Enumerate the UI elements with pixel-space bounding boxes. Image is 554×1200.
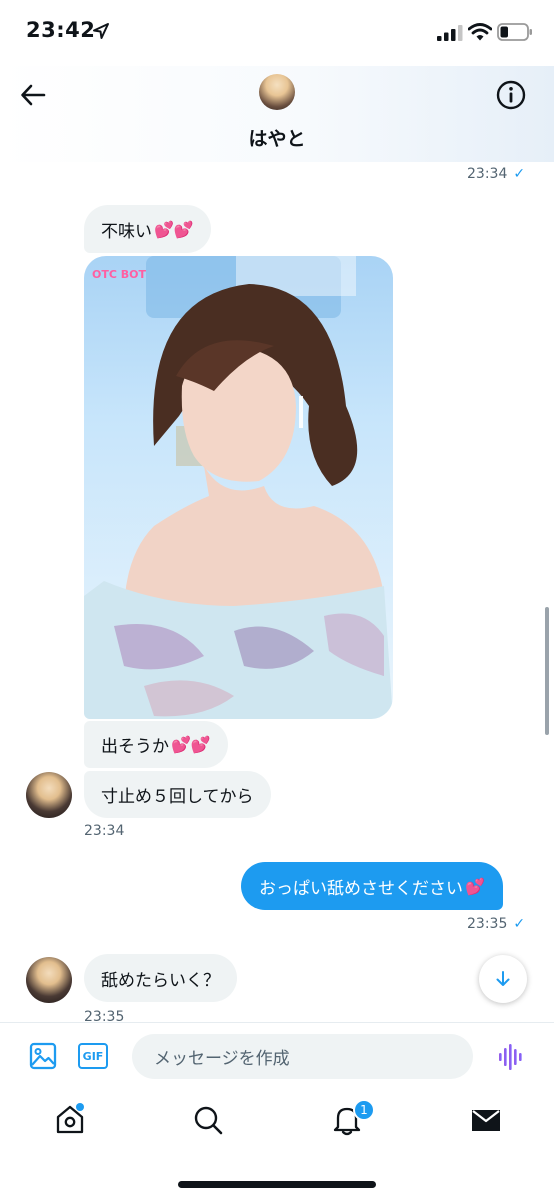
new-content-dot xyxy=(76,1103,84,1111)
notification-badge: 1 xyxy=(353,1099,375,1121)
read-check-icon: ✓ xyxy=(513,916,526,932)
status-time: 23:42 xyxy=(26,18,96,42)
gif-button[interactable]: GIF xyxy=(78,1043,108,1069)
contact-avatar[interactable] xyxy=(259,74,295,110)
search-icon[interactable] xyxy=(192,1104,224,1136)
info-icon[interactable] xyxy=(495,79,527,111)
message-timestamp: 23:35 ✓ xyxy=(467,916,525,932)
incoming-message-bubble[interactable]: 不味い 💕💕 xyxy=(84,205,211,253)
heart-emoji: 💕💕 xyxy=(154,219,194,239)
cellular-signal-icon xyxy=(437,25,463,41)
scroll-to-bottom-button[interactable] xyxy=(479,955,527,1003)
timestamp-text: 23:35 xyxy=(467,916,508,932)
watermark-text: OTC BOT xyxy=(92,268,146,281)
back-arrow-icon[interactable] xyxy=(18,80,48,110)
message-composer: GIF メッセージを作成 xyxy=(0,1022,554,1088)
timestamp-text: 23:34 xyxy=(84,823,125,839)
battery-icon xyxy=(497,23,532,41)
timestamp-text: 23:34 xyxy=(467,166,508,182)
message-text: 不味い xyxy=(101,221,152,242)
home-indicator xyxy=(178,1181,376,1188)
sender-avatar[interactable] xyxy=(26,957,72,1003)
photo-message[interactable]: OTC BOT xyxy=(84,256,393,719)
message-input[interactable]: メッセージを作成 xyxy=(132,1034,473,1079)
message-timestamp: 23:34 xyxy=(84,823,124,839)
sender-avatar[interactable] xyxy=(26,772,72,818)
message-text: 出そうか xyxy=(101,737,169,757)
photo-image: OTC BOT xyxy=(84,256,393,719)
heart-emoji: 💕 xyxy=(465,876,485,896)
incoming-message-bubble[interactable]: 出そうか 💕💕 xyxy=(84,721,228,768)
outgoing-message-bubble[interactable]: おっぱい舐めさせください 💕 xyxy=(241,862,503,910)
heart-emoji: 💕💕 xyxy=(171,735,211,754)
arrow-down-icon xyxy=(496,971,510,986)
message-text: 寸止め５回してから xyxy=(101,787,254,807)
conversation-header: はやと xyxy=(0,66,554,162)
scrollbar[interactable] xyxy=(545,607,549,735)
message-text: おっぱい舐めさせください xyxy=(259,878,463,899)
status-bar: 23:42 xyxy=(0,0,554,66)
contact-name[interactable]: はやと xyxy=(0,124,554,151)
read-check-icon: ✓ xyxy=(513,166,526,182)
mail-icon[interactable] xyxy=(470,1104,502,1136)
incoming-message-bubble[interactable]: 寸止め５回してから xyxy=(84,771,271,818)
location-arrow-icon xyxy=(93,23,109,39)
voice-message-icon[interactable] xyxy=(497,1043,525,1071)
incoming-message-bubble[interactable]: 舐めたらいく？ xyxy=(84,954,237,1002)
bottom-tab-bar: 1 xyxy=(0,1088,554,1200)
wifi-icon xyxy=(468,23,492,41)
message-timestamp: 23:34 ✓ xyxy=(467,166,525,182)
message-text: 舐めたらいく？ xyxy=(101,970,220,991)
image-icon[interactable] xyxy=(29,1042,57,1070)
